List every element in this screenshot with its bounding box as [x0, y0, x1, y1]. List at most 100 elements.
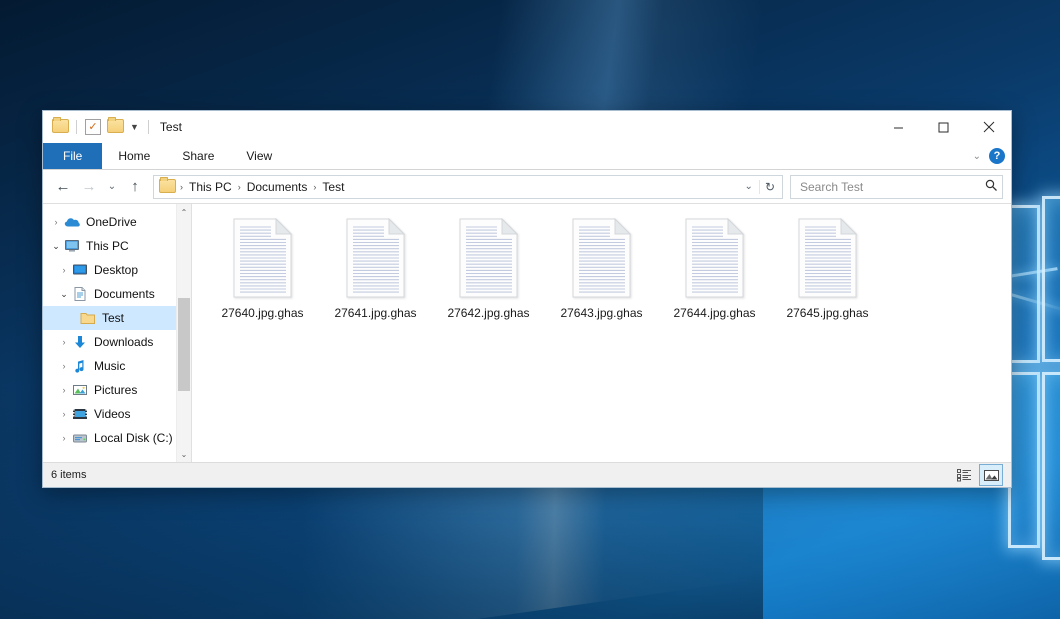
sidebar-item-label: Videos [94, 407, 130, 421]
generic-document-icon [457, 218, 521, 298]
file-list-pane[interactable]: 27640.jpg.ghas 27641.jpg.ghas 27642.jpg.gh… [192, 204, 1011, 462]
breadcrumb-separator[interactable]: › [310, 182, 319, 192]
ribbon-right-controls: ⌄ ? [973, 143, 1005, 169]
file-item[interactable]: 27641.jpg.ghas [319, 214, 432, 320]
chevron-right-icon[interactable]: › [49, 217, 63, 227]
file-item[interactable]: 27642.jpg.ghas [432, 214, 545, 320]
chevron-down-icon[interactable]: ▼ [130, 123, 139, 132]
chevron-right-icon[interactable]: › [57, 265, 71, 275]
properties-icon[interactable]: ✓ [85, 119, 101, 135]
generic-document-icon [344, 218, 408, 298]
file-name-label: 27644.jpg.ghas [673, 306, 755, 320]
toolbar-divider-2 [148, 120, 149, 134]
sidebar-item-label: OneDrive [86, 215, 137, 229]
ribbon-tab-bar: File Home Share View ⌄ ? [43, 143, 1011, 170]
chevron-right-icon[interactable]: › [57, 409, 71, 419]
folder-icon[interactable] [52, 119, 68, 135]
file-name-label: 27641.jpg.ghas [334, 306, 416, 320]
tab-file[interactable]: File [43, 143, 102, 169]
file-item[interactable]: 27640.jpg.ghas [206, 214, 319, 320]
window-controls [876, 111, 1011, 143]
folder-icon [159, 179, 175, 195]
documents-icon [71, 286, 89, 302]
breadcrumb-test[interactable]: Test [319, 180, 347, 194]
title-bar[interactable]: ✓ ▼ Test [43, 111, 1011, 143]
music-note-icon [71, 358, 89, 374]
file-item[interactable]: 27644.jpg.ghas [658, 214, 771, 320]
chevron-right-icon[interactable]: › [57, 385, 71, 395]
address-bar[interactable]: › This PC › Documents › Test ⌄ ↻ [153, 175, 783, 199]
navigation-scrollbar[interactable]: ⌃ ⌄ [176, 204, 191, 462]
chevron-down-icon[interactable]: ⌄ [57, 289, 71, 300]
generic-document-icon [231, 218, 295, 298]
sidebar-item-this-pc[interactable]: ⌄This PC [43, 234, 191, 258]
file-name-label: 27640.jpg.ghas [221, 306, 303, 320]
search-box[interactable] [790, 175, 1003, 199]
sidebar-item-test[interactable]: Test [43, 306, 191, 330]
search-icon[interactable] [985, 179, 998, 195]
sidebar-item-documents[interactable]: ⌄ Documents [43, 282, 191, 306]
generic-document-icon [570, 218, 634, 298]
recent-locations-icon[interactable]: ⌄ [103, 175, 121, 199]
chevron-right-icon[interactable]: › [57, 337, 71, 347]
forward-button[interactable]: → [77, 175, 101, 199]
help-icon[interactable]: ? [989, 148, 1005, 164]
file-explorer-window: ✓ ▼ Test File Home Share [42, 110, 1012, 488]
sidebar-item-label: Downloads [94, 335, 153, 349]
sidebar-item-music[interactable]: › Music [43, 354, 191, 378]
large-icons-view-button[interactable] [979, 464, 1003, 486]
scroll-down-icon[interactable]: ⌄ [177, 446, 191, 462]
up-button[interactable]: ↑ [123, 175, 147, 199]
refresh-icon[interactable]: ↻ [759, 180, 780, 194]
address-bar-row: ← → ⌄ ↑ › This PC › Documents › Test ⌄ ↻ [43, 170, 1011, 203]
window-title: Test [160, 120, 182, 134]
sidebar-item-downloads[interactable]: › Downloads [43, 330, 191, 354]
windows-logo-pane-top-right [1042, 196, 1060, 362]
chevron-right-icon[interactable]: › [57, 361, 71, 371]
sidebar-item-desktop[interactable]: › Desktop [43, 258, 191, 282]
sidebar-item-local-disk-c[interactable]: ›Local Disk (C:) [43, 426, 191, 450]
item-count-label: 6 items [51, 469, 86, 481]
hard-disk-icon [71, 430, 89, 446]
scrollbar-thumb[interactable] [178, 298, 190, 391]
desktop-monitor-icon [71, 262, 89, 278]
sidebar-item-videos[interactable]: › Videos [43, 402, 191, 426]
view-mode-buttons [953, 464, 1003, 486]
maximize-button[interactable] [921, 111, 966, 143]
breadcrumb-documents[interactable]: Documents [244, 180, 311, 194]
scroll-up-icon[interactable]: ⌃ [177, 204, 191, 220]
sidebar-item-label: Documents [94, 287, 155, 301]
navigation-tree: › OneDrive ⌄This PC › Desktop ⌄ Documents Test ›… [43, 210, 191, 450]
sidebar-item-pictures[interactable]: ›Pictures [43, 378, 191, 402]
windows-logo-pane-bottom-left [1008, 372, 1040, 548]
tab-view[interactable]: View [230, 143, 288, 169]
breadcrumb-this-pc[interactable]: This PC [186, 180, 235, 194]
minimize-button[interactable] [876, 111, 921, 143]
sidebar-item-onedrive[interactable]: › OneDrive [43, 210, 191, 234]
sidebar-item-label: Music [94, 359, 125, 373]
breadcrumb-separator[interactable]: › [235, 182, 244, 192]
address-bar-right: ⌄ ↻ [741, 180, 780, 194]
file-name-label: 27642.jpg.ghas [447, 306, 529, 320]
file-name-label: 27643.jpg.ghas [560, 306, 642, 320]
file-item[interactable]: 27643.jpg.ghas [545, 214, 658, 320]
sidebar-item-label: Desktop [94, 263, 138, 277]
chevron-down-icon[interactable]: ⌄ [741, 181, 757, 192]
chevron-down-icon[interactable]: ⌄ [973, 151, 981, 162]
navigation-pane: › OneDrive ⌄This PC › Desktop ⌄ Documents Test ›… [43, 204, 192, 462]
search-input[interactable] [798, 179, 985, 195]
chevron-right-icon[interactable]: › [57, 433, 71, 443]
back-button[interactable]: ← [51, 175, 75, 199]
file-item[interactable]: 27645.jpg.ghas [771, 214, 884, 320]
tab-share[interactable]: Share [166, 143, 230, 169]
window-body: › OneDrive ⌄This PC › Desktop ⌄ Documents Test ›… [43, 203, 1011, 462]
tab-home[interactable]: Home [102, 143, 166, 169]
sidebar-item-label: Test [102, 311, 124, 325]
new-folder-icon[interactable] [107, 119, 123, 135]
close-button[interactable] [966, 111, 1011, 143]
pictures-icon [71, 382, 89, 398]
file-name-label: 27645.jpg.ghas [786, 306, 868, 320]
chevron-down-icon[interactable]: ⌄ [49, 241, 63, 252]
scrollbar-track[interactable] [177, 220, 191, 446]
details-view-button[interactable] [953, 465, 975, 485]
